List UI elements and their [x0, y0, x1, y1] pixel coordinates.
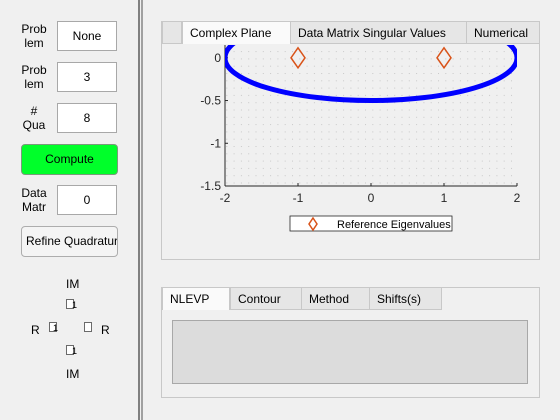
x-tick-label: -2 — [220, 191, 231, 205]
legend-label: Reference Eigenvalues — [337, 219, 451, 231]
y-tick-label: -1.5 — [200, 179, 221, 193]
axes-background — [225, 45, 517, 186]
complex-plane-plot: -2 -1 0 1 2 0 -0.5 -1 -1.5 Reference Eigenvalue… — [200, 45, 521, 232]
y-tick-label: 0 — [214, 51, 221, 65]
y-tick-label: -0.5 — [200, 94, 221, 108]
x-tick-label: 2 — [514, 191, 521, 205]
x-tick-label: 0 — [368, 191, 375, 205]
y-tick-label: -1 — [210, 136, 221, 150]
x-tick-label: 1 — [441, 191, 448, 205]
x-tick-label: -1 — [293, 191, 304, 205]
